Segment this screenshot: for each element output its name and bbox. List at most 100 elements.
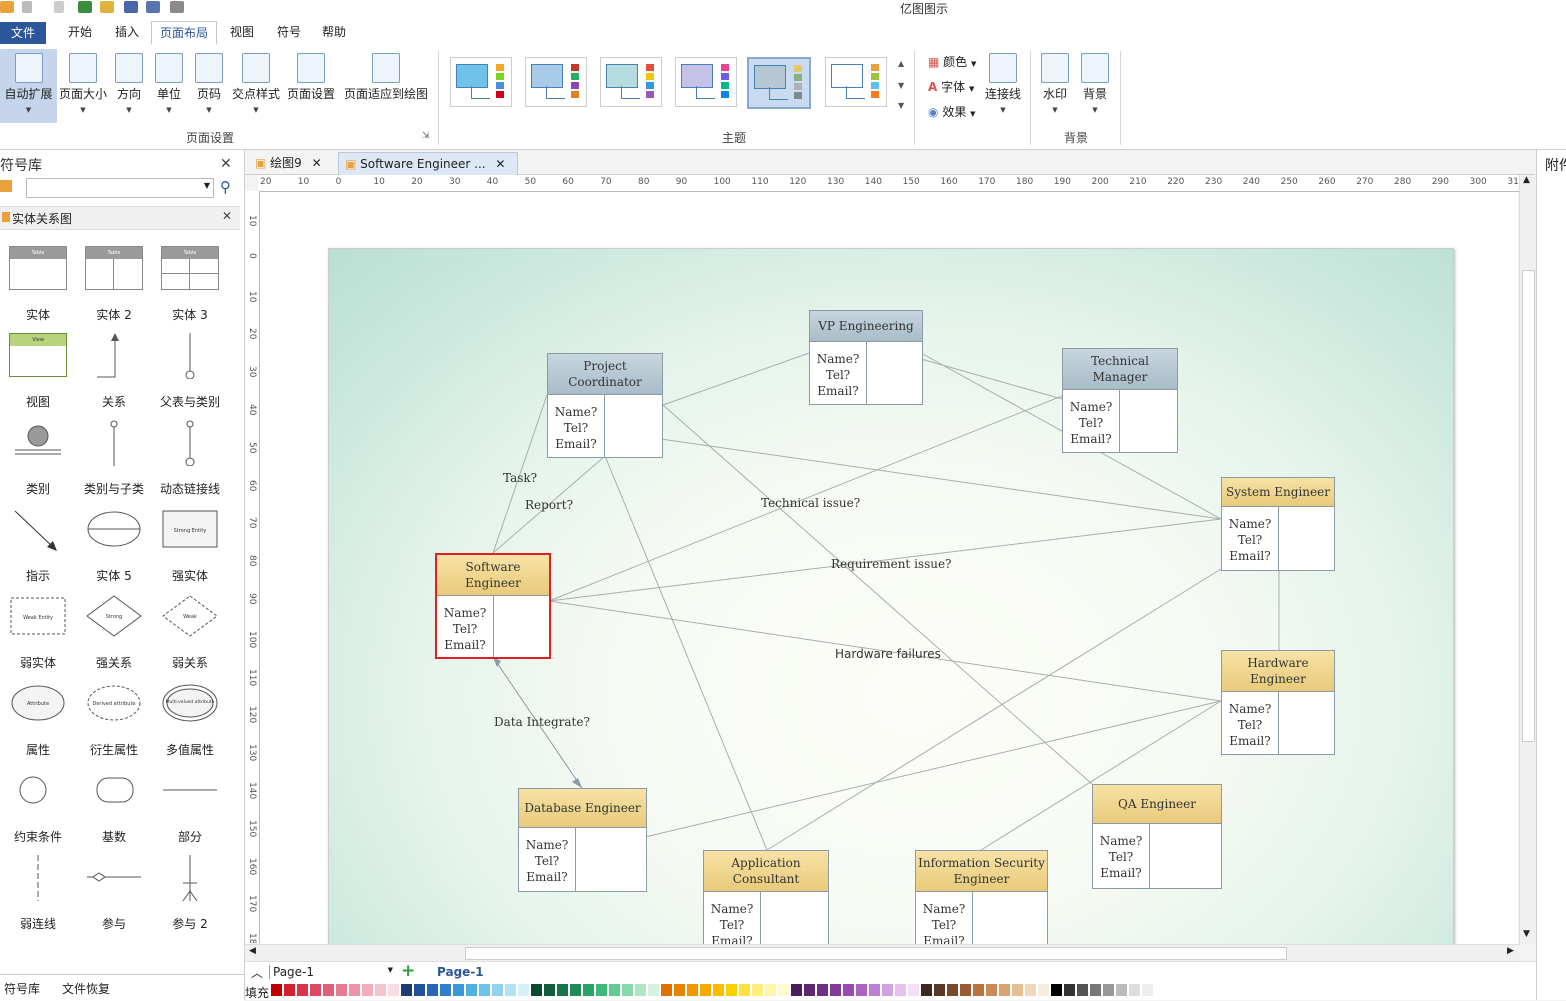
color-swatch[interactable] — [596, 984, 607, 996]
theme-5-selected[interactable] — [747, 57, 811, 109]
color-swatch[interactable] — [362, 984, 373, 996]
connector-line[interactable] — [662, 352, 810, 406]
color-swatch[interactable] — [401, 984, 412, 996]
close-tab-icon[interactable]: ✕ — [495, 157, 505, 171]
color-swatch[interactable] — [986, 984, 997, 996]
font-button[interactable]: A 字体 ▼ — [928, 78, 974, 95]
color-swatch[interactable] — [908, 984, 919, 996]
color-swatch[interactable] — [1142, 984, 1153, 996]
effect-button[interactable]: ◉ 效果 ▼ — [928, 103, 976, 120]
color-swatch[interactable] — [336, 984, 347, 996]
theme-1[interactable] — [450, 57, 512, 107]
color-swatch[interactable] — [739, 984, 750, 996]
entity-pc[interactable]: Project Coordinator Name? Tel? Email? — [547, 353, 663, 458]
search-input[interactable]: ▼ — [26, 178, 214, 198]
symbol-constraint[interactable]: 约束条件 — [0, 764, 76, 851]
tab-file[interactable]: 文件 — [0, 22, 46, 44]
background-button[interactable]: 背景 ▼ — [1076, 49, 1114, 123]
color-swatch[interactable] — [843, 984, 854, 996]
save-icon[interactable] — [124, 1, 138, 13]
symbol-parent-category[interactable]: 父表与类别 — [152, 329, 228, 416]
color-swatch[interactable] — [375, 984, 386, 996]
color-swatch[interactable] — [440, 984, 451, 996]
color-swatch[interactable] — [778, 984, 789, 996]
page-number-button[interactable]: 页码 ▼ — [190, 49, 228, 123]
color-swatch[interactable] — [310, 984, 321, 996]
unit-button[interactable]: 单位 ▼ — [150, 49, 188, 123]
symbol-weak-line[interactable]: 弱连线 — [0, 851, 76, 938]
color-swatch[interactable] — [414, 984, 425, 996]
color-swatch[interactable] — [869, 984, 880, 996]
color-swatch[interactable] — [895, 984, 906, 996]
color-swatch[interactable] — [661, 984, 672, 996]
symbol-cardinality[interactable]: 基数 — [76, 764, 152, 851]
vertical-scroll-thumb[interactable] — [1522, 270, 1535, 742]
symbol-strong-entity[interactable]: Strong Entity 强实体 — [152, 503, 228, 590]
close-tab-icon[interactable]: ✕ — [312, 156, 322, 170]
theme-scroll-up-icon[interactable]: ▲ — [898, 59, 904, 68]
connector-line[interactable] — [662, 404, 1093, 785]
close-panel-icon[interactable]: ✕ — [220, 156, 232, 172]
color-swatch[interactable] — [1038, 984, 1049, 996]
jump-style-button[interactable]: 交点样式 ▼ — [230, 49, 282, 123]
entity-db[interactable]: Database Engineer Name? Tel? Email? — [518, 788, 647, 892]
tab-insert[interactable]: 插入 — [107, 21, 147, 43]
library-header[interactable]: 实体关系图 ✕ — [0, 206, 240, 230]
color-swatch[interactable] — [570, 984, 581, 996]
auto-expand-button[interactable]: 自动扩展 ▼ — [0, 49, 57, 123]
symbol-part[interactable]: 部分 — [152, 764, 228, 851]
symbol-entity[interactable]: Table 实体 — [0, 242, 76, 329]
color-swatch[interactable] — [1064, 984, 1075, 996]
symbol-view[interactable]: View 视图 — [0, 329, 76, 416]
symbol-attribute[interactable]: Attribute 属性 — [0, 677, 76, 764]
symbol-indicator[interactable]: 指示 — [0, 503, 76, 590]
symbol-entity-2[interactable]: Table 实体 2 — [76, 242, 152, 329]
relation-label[interactable]: Technical issue? — [761, 496, 860, 510]
color-swatch[interactable] — [544, 984, 555, 996]
color-swatch[interactable] — [1090, 984, 1101, 996]
symbol-strong-relation[interactable]: Strong 强关系 — [76, 590, 152, 677]
orientation-button[interactable]: 方向 ▼ — [110, 49, 148, 123]
color-swatch[interactable] — [817, 984, 828, 996]
color-swatch[interactable] — [752, 984, 763, 996]
export-icon[interactable] — [170, 1, 184, 13]
drawing-canvas[interactable]: VP Engineering Name? Tel? Email? Project Coo… — [260, 192, 1518, 944]
color-swatch[interactable] — [622, 984, 633, 996]
scroll-up-icon[interactable]: ▲ — [1523, 175, 1530, 185]
color-swatch[interactable] — [479, 984, 490, 996]
color-swatch[interactable] — [466, 984, 477, 996]
color-swatch[interactable] — [349, 984, 360, 996]
open-folder-icon[interactable] — [100, 1, 114, 13]
color-swatch[interactable] — [648, 984, 659, 996]
color-swatch[interactable] — [921, 984, 932, 996]
page-select[interactable]: Page-1 ▼ — [269, 965, 393, 979]
color-button[interactable]: ▦ 颜色 ▼ — [928, 53, 976, 70]
color-swatch[interactable] — [973, 984, 984, 996]
relation-label[interactable]: Task? — [503, 471, 537, 485]
doc-tab-software-engineer[interactable]: ▣ Software Engineer ... ✕ — [338, 152, 518, 175]
color-swatch[interactable] — [726, 984, 737, 996]
color-swatch[interactable] — [700, 984, 711, 996]
new-file-icon[interactable] — [78, 1, 92, 13]
relation-label[interactable]: Hardware failures — [835, 647, 941, 661]
tab-file-recovery[interactable]: 文件恢复 — [62, 980, 110, 997]
color-swatch[interactable] — [1155, 984, 1166, 996]
color-swatch[interactable] — [427, 984, 438, 996]
relation-label[interactable]: Requirement issue? — [831, 557, 952, 571]
symbol-weak-entity[interactable]: Weak Entity 弱实体 — [0, 590, 76, 677]
watermark-button[interactable]: 水印 ▼ — [1036, 49, 1074, 123]
tab-symbol[interactable]: 符号 — [269, 21, 309, 43]
color-swatch[interactable] — [609, 984, 620, 996]
entity-vp[interactable]: VP Engineering Name? Tel? Email? — [809, 310, 923, 405]
vertical-scrollbar[interactable]: ▲ ▼ — [1519, 175, 1536, 945]
symbol-weak-relation[interactable]: Weak 弱关系 — [152, 590, 228, 677]
color-swatch[interactable] — [453, 984, 464, 996]
theme-3[interactable] — [600, 57, 662, 107]
color-swatch[interactable] — [271, 984, 282, 996]
relation-label[interactable]: Data Integrate? — [494, 715, 590, 729]
search-icon[interactable]: ⚲ — [220, 178, 231, 196]
tab-page-layout[interactable]: 页面布局 — [151, 21, 218, 45]
symbol-derived-attribute[interactable]: Derived attribute 衍生属性 — [76, 677, 152, 764]
horizontal-scroll-thumb[interactable] — [465, 947, 1287, 960]
color-swatch[interactable] — [583, 984, 594, 996]
